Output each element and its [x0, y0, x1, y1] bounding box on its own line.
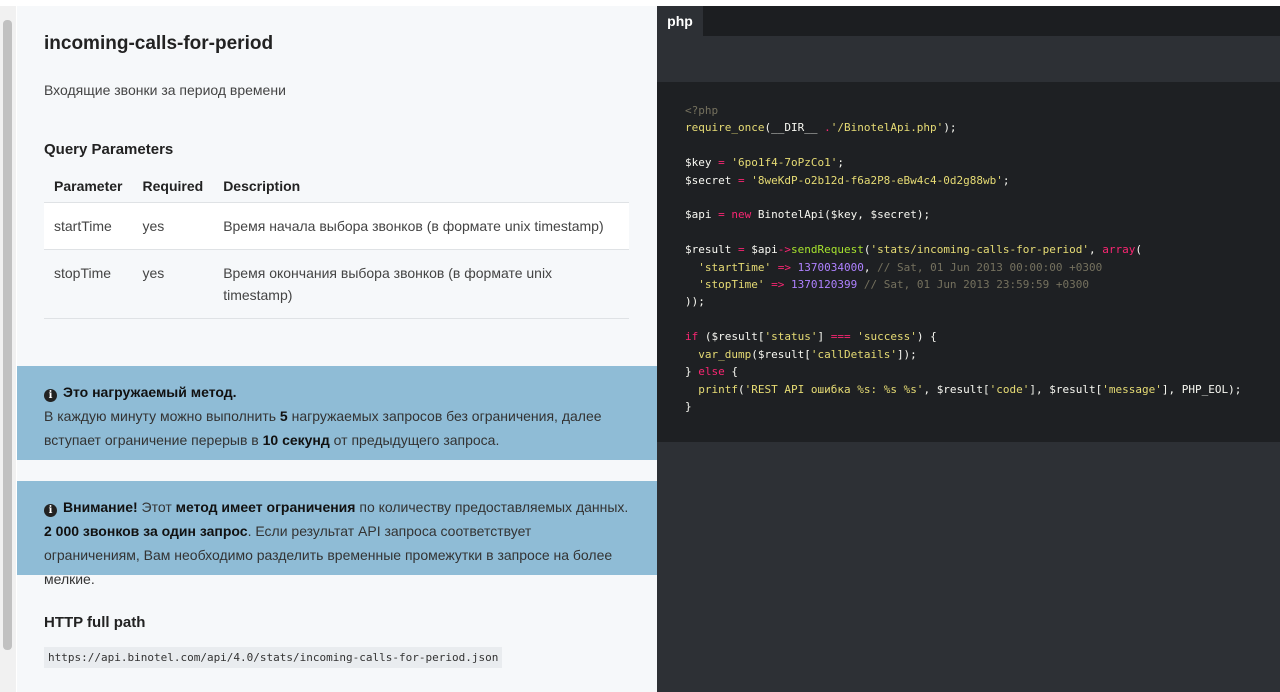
code-token: 'REST API ошибка %s: %s %s' — [744, 382, 924, 396]
code-token: __DIR__ — [771, 121, 818, 135]
notice-requests-count: 5 — [279, 408, 288, 424]
http-path-heading: HTTP full path — [44, 614, 146, 631]
code-token: // Sat, 01 Jun 2013 00:00:00 +0300 — [877, 260, 1103, 274]
notice-text: Этот — [137, 499, 176, 515]
language-tab-bar: php — [657, 6, 1280, 36]
code-token: $result — [1049, 382, 1096, 396]
tab-php[interactable]: php — [657, 6, 703, 36]
page-title: incoming-calls-for-period — [44, 33, 274, 54]
code-token: $api — [685, 208, 712, 222]
code-token: <?php — [685, 104, 719, 117]
code-token: $result — [757, 347, 805, 361]
code-token: 'status' — [764, 330, 818, 344]
code-token: else — [698, 365, 725, 379]
vertical-scrollbar[interactable] — [0, 6, 16, 692]
code-token: new — [731, 208, 752, 222]
column-header-required: Required — [132, 172, 214, 203]
query-parameters-heading: Query Parameters — [44, 141, 174, 158]
code-token: printf — [698, 382, 738, 396]
notice-text: по количеству предоставляемых данных. — [355, 499, 629, 515]
php-code-sample: <?php require_once(__DIR__ .'/BinotelApi… — [685, 104, 1242, 413]
code-token: $api — [751, 243, 778, 257]
query-parameters-table: Parameter Required Description startTime… — [44, 172, 629, 319]
table-row: stopTime yes Время окончания выбора звон… — [44, 249, 629, 319]
scrollbar-thumb[interactable] — [3, 20, 12, 650]
code-token: 'stopTime' — [698, 278, 765, 292]
info-icon: i — [44, 504, 57, 517]
code-token: sendRequest — [790, 243, 864, 257]
code-token: 1370120399 — [790, 278, 858, 292]
param-name: stopTime — [44, 249, 133, 319]
page-subtitle: Входящие звонки за период времени — [44, 82, 286, 98]
code-token: '8weKdP-o2b12d-f6a2P8-eBw4c4-0d2g88wb' — [751, 173, 1003, 187]
code-token: if — [685, 330, 699, 344]
http-path-url: https://api.binotel.com/api/4.0/stats/in… — [44, 647, 503, 668]
code-token: '/BinotelApi.php' — [830, 121, 944, 135]
code-token: // Sat, 01 Jun 2013 23:59:59 +0300 — [863, 278, 1090, 292]
code-token: '6po1f4-7oPzCo1' — [731, 156, 838, 170]
code-token: 'code' — [989, 382, 1030, 396]
table-header-row: Parameter Required Description — [44, 172, 629, 203]
load-method-notice: i Это нагружаемый метод. В каждую минуту … — [17, 366, 657, 460]
limit-warning-notice: i Внимание! Этот метод имеет ограничения … — [17, 481, 657, 587]
notice-title: Внимание! — [63, 499, 138, 515]
notice-text: от предыдущего запроса. — [329, 432, 500, 448]
code-token: var_dump — [698, 347, 752, 361]
code-token: 'success' — [857, 330, 917, 344]
table-row: startTime yes Время начала выбора звонко… — [44, 202, 629, 250]
code-token: array — [1102, 243, 1136, 257]
code-token: 'message' — [1102, 382, 1162, 396]
param-description: Время окончания выбора звонков (в формат… — [213, 249, 629, 319]
code-sample-panel: php <?php require_once(__DIR__ .'/Binote… — [657, 6, 1280, 692]
param-description: Время начала выбора звонков (в формате u… — [213, 202, 629, 250]
documentation-panel: incoming-calls-for-period Входящие звонк… — [17, 6, 657, 692]
code-token: 'callDetails' — [810, 347, 897, 361]
code-token: $result — [936, 382, 984, 396]
code-token: 'startTime' — [698, 260, 772, 274]
param-required: yes — [132, 249, 214, 319]
code-block: <?php require_once(__DIR__ .'/BinotelApi… — [657, 82, 1280, 442]
notice-title: Это нагружаемый метод. — [63, 384, 237, 400]
code-token: 1370034000 — [797, 260, 864, 274]
code-token: PHP_EOL — [1181, 382, 1229, 396]
info-icon: i — [44, 389, 57, 402]
code-token: 'stats/incoming-calls-for-period' — [870, 243, 1090, 257]
code-token: $secret — [685, 173, 732, 187]
code-token: $key — [685, 156, 712, 170]
notice-emphasis: метод имеет ограничения — [175, 499, 356, 515]
code-token: $result — [685, 243, 732, 257]
notice-emphasis: 2 000 звонков за один запрос — [44, 523, 248, 539]
code-token: $result — [711, 330, 758, 344]
column-header-parameter: Parameter — [44, 172, 133, 203]
notice-pause-duration: 10 секунд — [262, 432, 330, 448]
column-header-description: Description — [213, 172, 629, 203]
param-name: startTime — [44, 202, 133, 250]
notice-text: В каждую минуту можно выполнить — [44, 408, 280, 424]
code-token: require_once — [685, 121, 765, 135]
param-required: yes — [132, 202, 214, 250]
code-token: BinotelApi($key, $secret); — [757, 208, 931, 222]
